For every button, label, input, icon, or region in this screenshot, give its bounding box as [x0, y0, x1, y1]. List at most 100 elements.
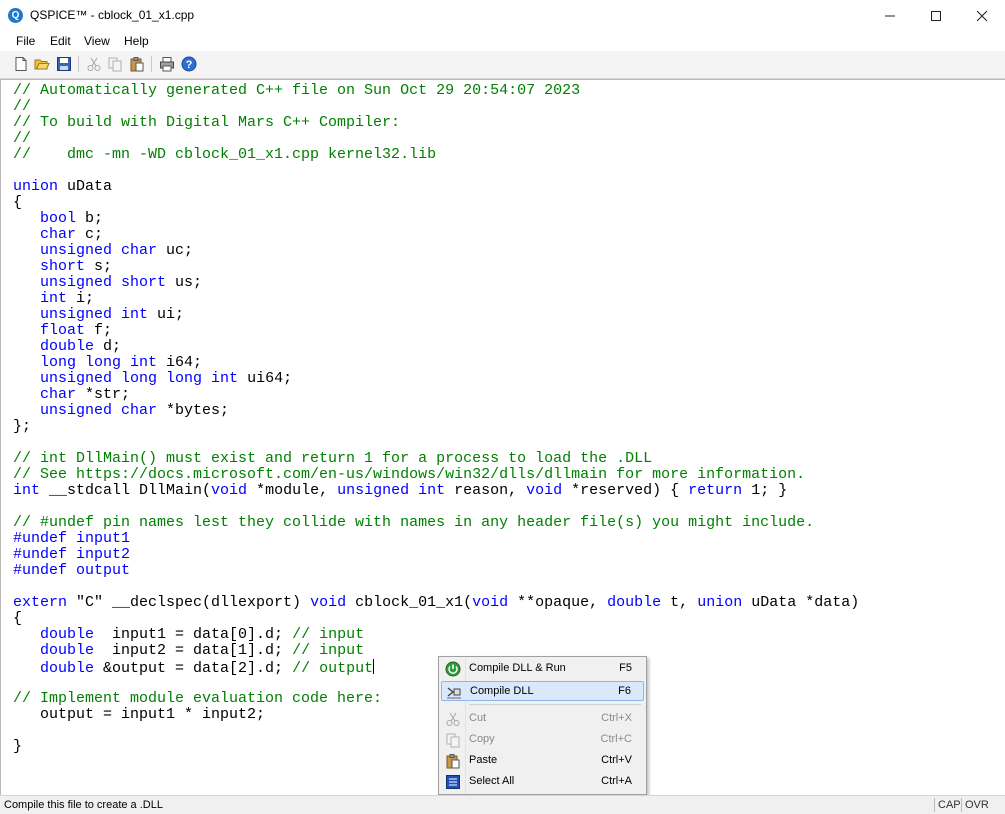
- code-token: &output = data[2].d;: [94, 660, 293, 677]
- maximize-button[interactable]: [913, 0, 959, 31]
- menu-item-shortcut: F6: [618, 685, 631, 697]
- code-token: {: [13, 194, 23, 211]
- menu-item-paste[interactable]: Paste Ctrl+V: [441, 751, 644, 771]
- code-token: __stdcall DllMain(: [40, 482, 212, 499]
- code-keyword: char: [40, 386, 77, 403]
- compile-dll-icon: [447, 687, 461, 699]
- status-bar: Compile this file to create a .DLL CAP O…: [0, 795, 1005, 814]
- code-comment: //: [13, 130, 32, 147]
- menu-bar: File Edit View Help: [0, 31, 1005, 51]
- code-line: #undef output: [13, 563, 859, 579]
- code-keyword: bool: [40, 210, 77, 227]
- code-line: // Automatically generated C++ file on S…: [13, 83, 859, 99]
- code-line: // See https://docs.microsoft.com/en-us/…: [13, 467, 859, 483]
- toolbar-separator: [151, 56, 152, 72]
- svg-text:?: ?: [186, 59, 193, 71]
- code-token: cblock_01_x1(: [346, 594, 473, 611]
- code-line: extern "C" __declspec(dllexport) void cb…: [13, 595, 859, 611]
- menu-item-compile-dll-run[interactable]: Compile DLL & Run F5: [441, 659, 644, 679]
- menu-item-select-all[interactable]: Select All Ctrl+A: [441, 772, 644, 792]
- code-line: short s;: [13, 259, 859, 275]
- menu-item-shortcut: Ctrl+A: [601, 775, 632, 787]
- menu-item-copy[interactable]: Copy Ctrl+C: [441, 730, 644, 750]
- menu-item-label: Compile DLL: [470, 685, 534, 697]
- code-keyword: float: [40, 322, 86, 339]
- code-line: }: [13, 739, 859, 755]
- code-keyword: void: [211, 482, 248, 499]
- menu-item-label: Copy: [469, 733, 495, 745]
- code-comment: // dmc -mn -WD cblock_01_x1.cpp kernel32…: [13, 146, 437, 163]
- code-token: *str;: [76, 386, 131, 403]
- code-token: i64;: [157, 354, 203, 371]
- open-folder-icon[interactable]: [34, 56, 50, 72]
- print-icon[interactable]: [159, 56, 175, 72]
- qspice-app-icon[interactable]: Q: [8, 8, 23, 23]
- menu-file[interactable]: File: [16, 34, 35, 48]
- menu-item-label: Select All: [469, 775, 515, 787]
- code-keyword: long long int: [40, 354, 158, 371]
- copy-icon[interactable]: [107, 56, 123, 72]
- menu-item-label: Paste: [469, 754, 498, 766]
- save-icon[interactable]: [56, 56, 72, 72]
- cut-icon[interactable]: [86, 56, 102, 72]
- code-token: uData *data): [742, 594, 860, 611]
- code-keyword: unsigned int: [337, 482, 446, 499]
- code-line: unsigned int ui;: [13, 307, 859, 323]
- code-comment: // output: [292, 660, 374, 677]
- menu-item-shortcut: F5: [619, 662, 632, 674]
- code-keyword: #undef: [13, 562, 68, 579]
- code-token: i;: [67, 290, 95, 307]
- context-menu: Compile DLL & Run F5 Compile DLL F6 Cut …: [438, 656, 647, 795]
- code-keyword: double: [40, 660, 95, 677]
- menu-item-cut[interactable]: Cut Ctrl+X: [441, 709, 644, 729]
- code-token: b;: [76, 210, 104, 227]
- status-divider: [961, 798, 962, 812]
- code-keyword: unsigned short: [40, 274, 167, 291]
- code-keyword: extern: [13, 594, 68, 611]
- menu-item-shortcut: Ctrl+C: [600, 733, 632, 745]
- code-token: reason,: [445, 482, 527, 499]
- code-token: };: [13, 418, 32, 435]
- code-keyword: unsigned char: [40, 242, 158, 259]
- code-token: c;: [76, 226, 104, 243]
- menu-item-compile-dll[interactable]: Compile DLL F6: [441, 681, 644, 701]
- code-token: input2 = data[1].d;: [94, 642, 293, 659]
- code-keyword: return: [688, 482, 743, 499]
- code-text[interactable]: // Automatically generated C++ file on S…: [13, 83, 859, 755]
- code-keyword: #undef: [13, 530, 68, 547]
- menu-edit[interactable]: Edit: [50, 34, 71, 48]
- menu-view[interactable]: View: [84, 34, 110, 48]
- code-comment: // To build with Digital Mars C++ Compil…: [13, 114, 401, 131]
- code-keyword: double: [607, 594, 662, 611]
- cut-icon: [446, 712, 460, 726]
- code-line: };: [13, 419, 859, 435]
- new-file-icon[interactable]: [13, 56, 29, 72]
- code-keyword: double: [40, 642, 95, 659]
- menu-help[interactable]: Help: [124, 34, 149, 48]
- close-button[interactable]: [959, 0, 1005, 31]
- minimize-button[interactable]: [867, 0, 913, 31]
- code-line: #undef input1: [13, 531, 859, 547]
- code-token: input1 = data[0].d;: [94, 626, 293, 643]
- help-icon[interactable]: ?: [181, 56, 197, 72]
- code-keyword: #undef: [13, 546, 68, 563]
- paste-icon[interactable]: [129, 56, 145, 72]
- code-keyword: char: [40, 226, 77, 243]
- close-icon: [976, 10, 988, 22]
- code-line: unsigned char *bytes;: [13, 403, 859, 419]
